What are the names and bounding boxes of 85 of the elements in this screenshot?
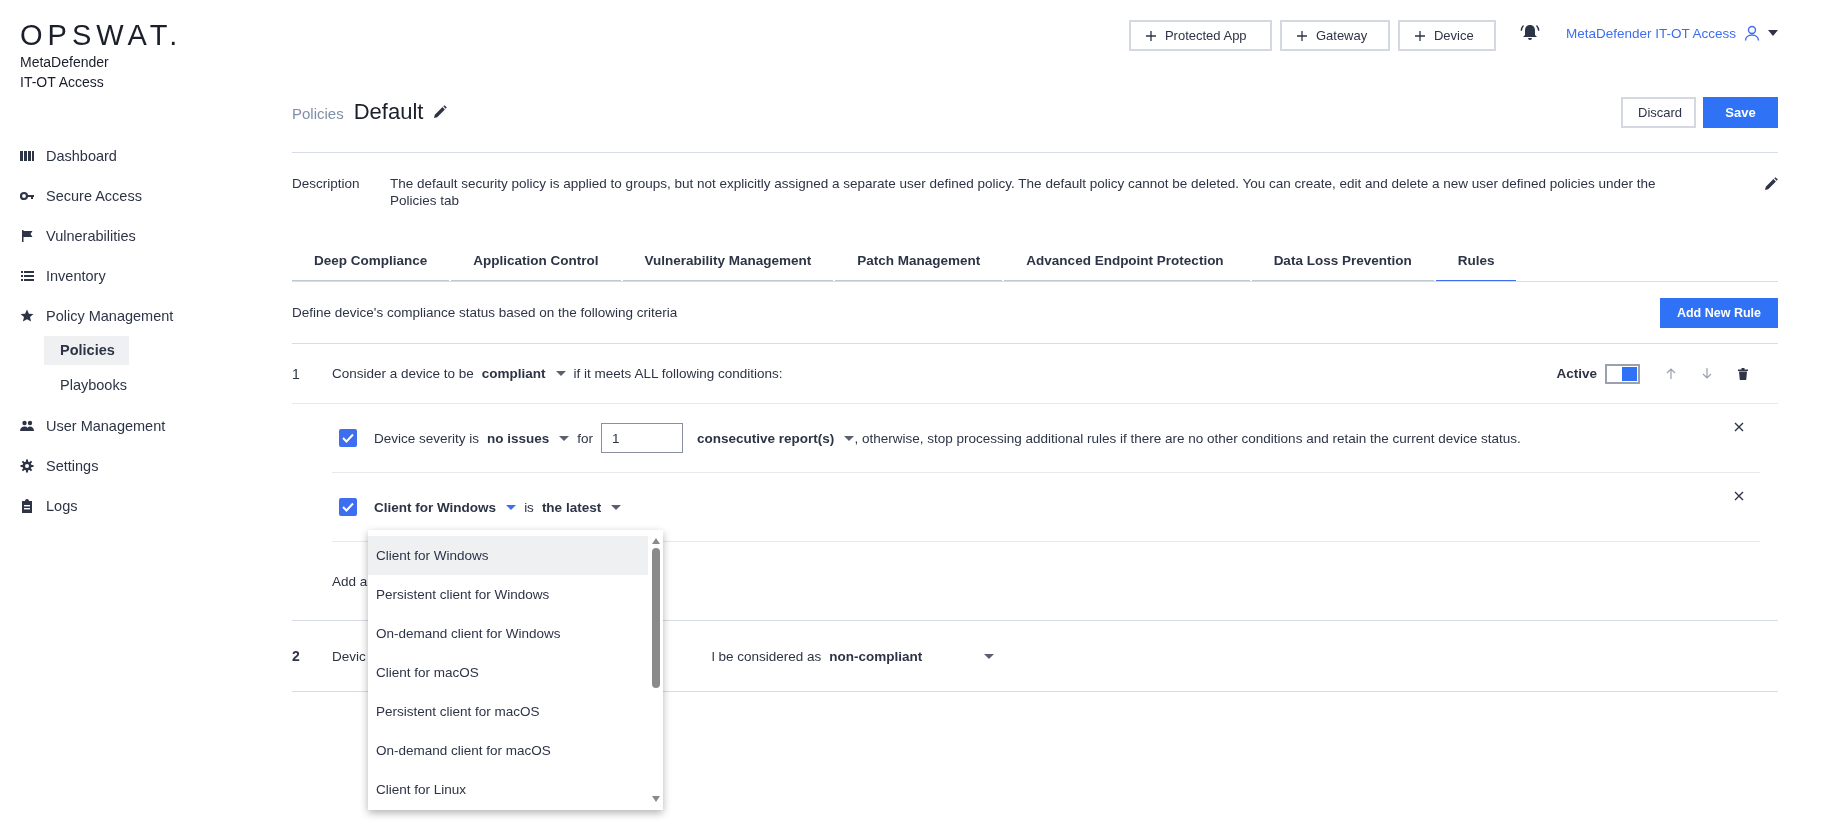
key-icon (20, 189, 34, 203)
scrollbar-thumb[interactable] (651, 548, 660, 688)
add-rule-button[interactable]: Add New Rule (1659, 297, 1778, 328)
rule-text: Devic (332, 648, 366, 664)
save-button[interactable]: Save (1703, 96, 1778, 128)
add-button[interactable]: Device (1397, 20, 1496, 51)
brand-logo: OPSWAT. (20, 18, 184, 52)
criteria-text: Define device's compliance status based on the following criteria (292, 305, 678, 320)
checkbox[interactable] (339, 429, 357, 447)
dropdown-option[interactable]: On-demand client for Windows (368, 614, 648, 653)
version-select[interactable]: the latest (541, 499, 622, 515)
description-label: Description (292, 175, 361, 192)
description-text: The default security policy is applied to groups, but not explicitly assigned a separate user defined policy. The default policy cannot be deleted. You can create, edit and delete a new user defined policies under the Policies tab (390, 175, 1657, 209)
trash-icon[interactable] (1738, 367, 1748, 380)
user-menu[interactable]: MetaDefender IT-OT Access (1565, 25, 1778, 41)
user-name: MetaDefender IT-OT Access (1565, 25, 1736, 41)
status-select[interactable]: non-compliant (829, 648, 995, 664)
active-toggle[interactable] (1605, 363, 1640, 384)
pencil-icon[interactable] (433, 105, 448, 119)
tab[interactable]: Patch Management (835, 240, 1003, 281)
up-arrow-icon[interactable] (1666, 368, 1676, 379)
rule-text: Device severity is (374, 430, 480, 446)
dropdown-option[interactable]: Persistent client for macOS (368, 692, 648, 731)
close-icon[interactable] (1734, 491, 1744, 501)
gear-icon (20, 459, 34, 473)
bars-icon (20, 149, 34, 163)
dropdown-option[interactable]: Client for Windows (368, 536, 648, 575)
tab[interactable]: Data Loss Prevention (1251, 240, 1434, 281)
sidebar-item[interactable]: User Management (20, 406, 292, 446)
close-icon[interactable] (1734, 422, 1744, 432)
scroll-up-icon (651, 538, 660, 544)
add-button[interactable]: Gateway (1279, 20, 1390, 51)
tab[interactable]: Rules (1435, 240, 1517, 281)
unit-select[interactable]: consecutive report(s) (697, 430, 855, 446)
rule-text: is (524, 499, 534, 515)
dropdown-option[interactable]: Client for Linux (368, 770, 648, 809)
policy-title: Default (353, 99, 424, 125)
rule-text: l be considered as (711, 648, 822, 664)
tab[interactable]: Application Control (451, 240, 621, 281)
flag-icon (20, 229, 34, 243)
sidebar-item[interactable]: Vulnerabilities (20, 216, 292, 256)
pencil-icon[interactable] (1764, 177, 1778, 191)
checkbox[interactable] (339, 498, 357, 516)
caret-icon (1768, 30, 1778, 36)
sidebar-item[interactable]: Dashboard (20, 136, 292, 176)
count-input[interactable]: 1 (601, 423, 684, 453)
sidebar-item[interactable]: Inventory (20, 256, 292, 296)
clipboard-icon (20, 499, 34, 513)
tab[interactable]: Vulnerability Management (622, 240, 834, 281)
plus-icon (1296, 30, 1307, 41)
scroll-down-icon (651, 796, 660, 802)
rule-number: 1 (292, 365, 301, 382)
down-arrow-icon[interactable] (1702, 368, 1712, 379)
active-label: Active (1556, 366, 1597, 381)
product-name: IT-OT Access (20, 73, 105, 92)
discard-button[interactable]: Discard (1621, 96, 1696, 128)
star-icon (20, 309, 34, 323)
rule-number: 2 (292, 648, 301, 664)
bell-icon[interactable] (1519, 23, 1540, 41)
product-name: MetaDefender (20, 53, 110, 72)
sidebar-item[interactable]: Secure Access (20, 176, 292, 216)
tab[interactable]: Deep Compliance (292, 240, 450, 281)
sidebar-subitem[interactable]: Playbooks (44, 371, 129, 400)
client-select[interactable]: Client for Windows (374, 499, 517, 515)
list-icon (20, 269, 34, 283)
add-button[interactable]: Protected App (1128, 20, 1272, 51)
plus-icon (1145, 30, 1156, 41)
people-icon (20, 419, 34, 433)
severity-select[interactable]: no issues (487, 430, 570, 446)
sidebar-item[interactable]: Logs (20, 486, 292, 526)
rule-text: , otherwise, stop processing additional rules if there are no other conditions and retain the current device status. (854, 430, 1521, 446)
person-icon (1744, 25, 1760, 41)
rule-text: if it meets ALL following conditions: (573, 366, 783, 381)
sidebar-item[interactable]: Policy Management (20, 296, 292, 336)
dropdown-option[interactable]: Persistent client for Windows (368, 575, 648, 614)
add-condition-link[interactable]: Add a (332, 573, 368, 589)
tab[interactable]: Advanced Endpoint Protection (1004, 240, 1250, 281)
sidebar-item[interactable]: Settings (20, 446, 292, 486)
rule-text: for (577, 430, 594, 446)
plus-icon (1414, 30, 1425, 41)
dropdown-option[interactable]: Client for macOS (368, 653, 648, 692)
sidebar-subitem[interactable]: Policies (44, 336, 129, 365)
rule-text: Consider a device to be (332, 366, 474, 381)
status-select[interactable]: compliant (481, 366, 566, 381)
dropdown-option[interactable]: On-demand client for macOS (368, 731, 648, 770)
